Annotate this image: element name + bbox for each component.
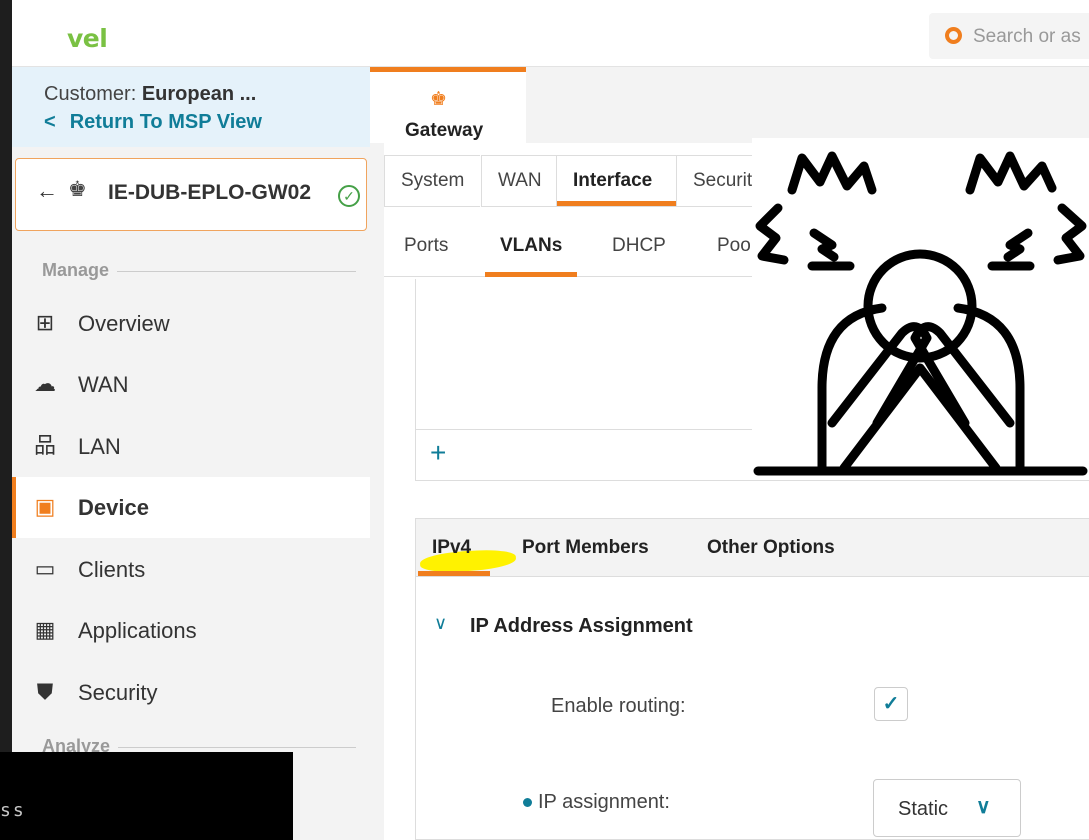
device-name: IE-DUB-EPLO-GW02	[108, 181, 312, 204]
gateway-icon: ♚	[68, 178, 87, 201]
sidebar-item-label: Security	[78, 680, 158, 705]
chevron-down-icon[interactable]: ∨	[434, 613, 447, 634]
terminal-window: ss	[0, 752, 293, 840]
sidebar-item-clients[interactable]: ▭ Clients	[12, 539, 370, 600]
sidebar-item-wan[interactable]: ☁ WAN	[12, 354, 370, 415]
tab-active-indicator	[418, 571, 490, 576]
lan-icon: 品	[33, 433, 56, 458]
sidebar-item-applications[interactable]: ▦ Applications	[12, 600, 370, 661]
top-bar: vel Search or as	[12, 0, 1089, 67]
sidebar: Customer: European ... < Return To MSP Vi…	[12, 67, 370, 840]
sidebar-item-label: LAN	[78, 434, 121, 459]
shield-icon: ⛊	[36, 679, 54, 704]
add-icon[interactable]: +	[430, 437, 446, 469]
panel-tabs: IPv4 Port Members Other Options	[416, 519, 1089, 577]
tab-port-members[interactable]: Port Members	[522, 537, 649, 559]
search-box[interactable]: Search or as	[929, 13, 1089, 59]
sidebar-item-label: Overview	[78, 311, 170, 336]
sidebar-item-label: Device	[78, 495, 149, 520]
enable-routing-label: Enable routing:	[551, 695, 686, 717]
section-manage: Manage	[34, 260, 356, 281]
return-to-msp-link[interactable]: < Return To MSP View	[44, 111, 262, 134]
tab-active-indicator	[485, 272, 577, 277]
vlan-detail-panel: IPv4 Port Members Other Options ∨ IP Add…	[415, 518, 1089, 840]
back-arrow-icon[interactable]: ←	[36, 178, 58, 204]
tab-vlans[interactable]: VLANs	[500, 235, 562, 257]
required-dot-icon	[523, 798, 532, 808]
applications-icon: ▦	[34, 617, 56, 642]
brand-logo[interactable]: vel	[67, 24, 108, 53]
search-icon	[945, 27, 962, 44]
clients-icon: ▭	[34, 556, 56, 581]
accordion-title[interactable]: IP Address Assignment	[470, 615, 693, 638]
select-value: Static	[898, 798, 949, 820]
customer-box: Customer: European ... < Return To MSP Vi…	[12, 67, 370, 147]
ip-assignment-select[interactable]: Static ∨	[873, 779, 1021, 837]
tab-other-options[interactable]: Other Options	[707, 537, 835, 559]
customer-name: European ...	[141, 83, 257, 105]
sidebar-item-label: Clients	[78, 557, 146, 582]
sidebar-item-device[interactable]: ▣ Device	[12, 477, 370, 538]
customer-prefix: Customer:	[44, 83, 142, 105]
sidebar-item-overview[interactable]: ⊞ Overview	[12, 293, 370, 354]
tab-ipv4[interactable]: IPv4	[419, 537, 517, 574]
tab-pools[interactable]: Poo	[717, 235, 751, 257]
sidebar-item-lan[interactable]: 品 LAN	[12, 416, 370, 477]
ip-assignment-label: IP assignment:	[523, 791, 670, 814]
chevron-left-icon: <	[44, 111, 56, 133]
frustrated-person-icon	[753, 151, 1088, 476]
sidebar-item-label: WAN	[78, 372, 129, 397]
tab-gateway[interactable]: ♚ Gateway	[370, 67, 526, 143]
sidebar-item-security[interactable]: ⛊ Security	[12, 662, 370, 723]
status-ok-icon: ✓	[338, 185, 360, 207]
tab-system[interactable]: System	[384, 155, 481, 207]
facepalm-illustration	[752, 138, 1089, 480]
chevron-down-icon: ∨	[976, 796, 991, 818]
customer-line: Customer: European ...	[44, 83, 256, 106]
search-input[interactable]: Search or as	[973, 26, 1081, 48]
terminal-text: ss	[0, 800, 26, 821]
gateway-icon: ♚	[430, 89, 448, 110]
tab-gateway-label: Gateway	[405, 120, 484, 141]
tab-wan[interactable]: WAN	[481, 155, 558, 207]
cloud-icon: ☁	[34, 371, 56, 396]
tab-interface[interactable]: Interface	[556, 155, 676, 207]
device-icon: ▣	[34, 494, 56, 519]
return-label: Return To MSP View	[69, 111, 262, 133]
enable-routing-checkbox[interactable]: ✓	[874, 687, 908, 721]
tab-dhcp[interactable]: DHCP	[612, 235, 666, 257]
device-selector[interactable]: ← ♚ IE-DUB-EPLO-GW02 ✓	[15, 158, 367, 231]
sidebar-item-label: Applications	[78, 618, 197, 643]
overview-icon: ⊞	[35, 310, 55, 335]
tab-ports[interactable]: Ports	[404, 235, 448, 257]
